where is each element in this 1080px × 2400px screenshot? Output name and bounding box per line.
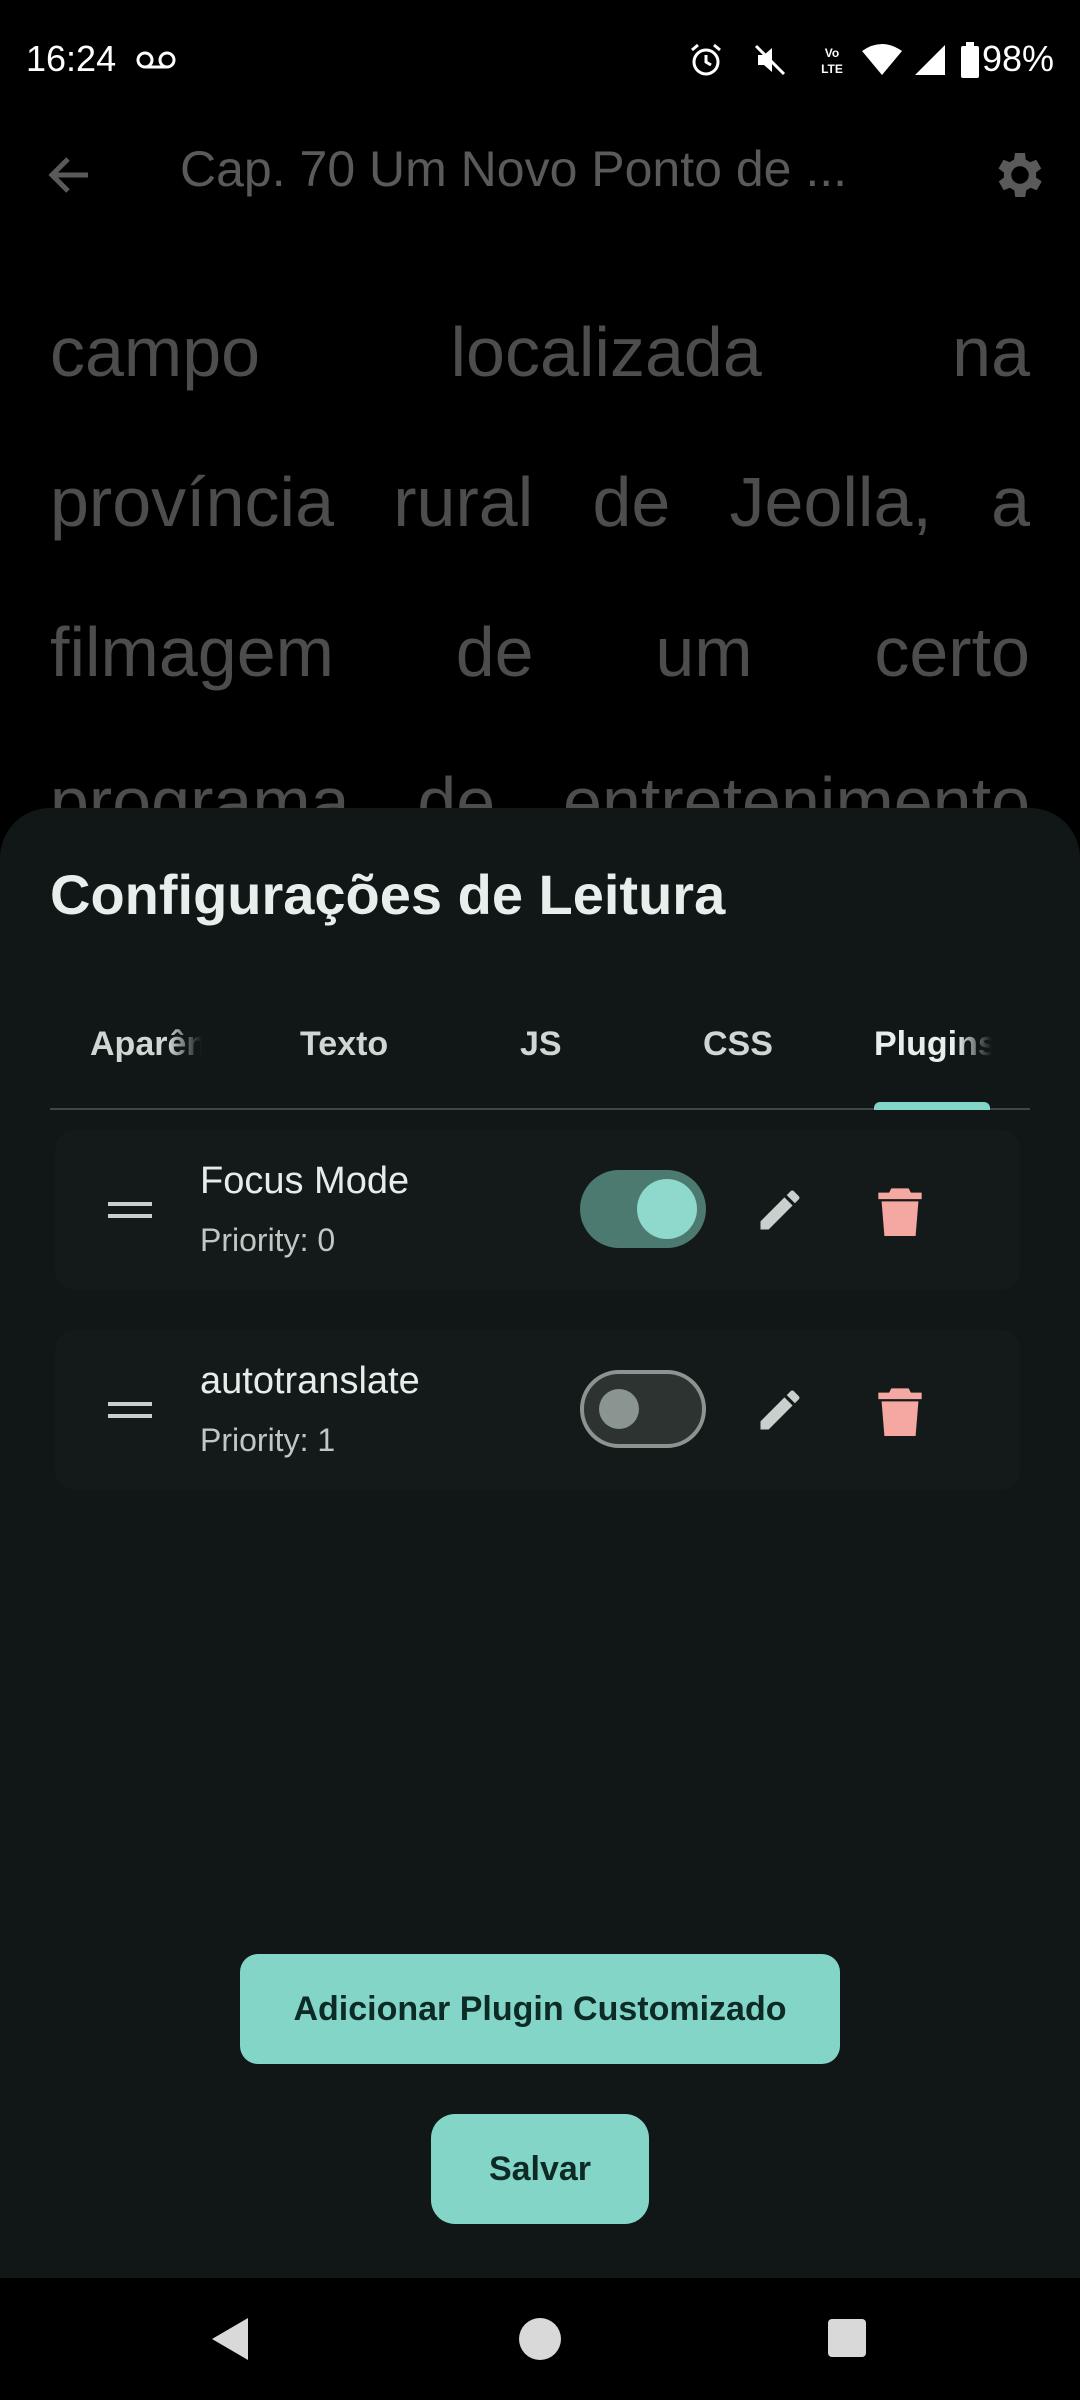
plugin-enabled-toggle[interactable] [580, 1170, 706, 1248]
svg-text:LTE: LTE [821, 62, 843, 76]
drag-handle-icon[interactable] [108, 1198, 152, 1222]
sheet-title: Configurações de Leitura [50, 863, 726, 926]
plugin-row [55, 1130, 1020, 1290]
back-arrow-icon[interactable] [40, 145, 100, 205]
mute-icon [750, 40, 790, 80]
alarm-icon [686, 40, 726, 80]
plugin-priority: Priority: 0 [200, 1222, 336, 1258]
tab-js[interactable]: JS [520, 1025, 670, 1064]
chapter-title: Cap. 70 Um Novo Ponto de ... [180, 141, 848, 197]
svg-text:Vo: Vo [825, 46, 839, 60]
plugin-name: autotranslate [200, 1360, 420, 1402]
reader-text-line: campo localizada na [50, 313, 1030, 391]
wifi-icon [860, 40, 904, 80]
status-time: 16:24 [26, 38, 117, 79]
tab-indicator [874, 1102, 990, 1110]
gear-icon[interactable] [990, 145, 1050, 205]
settings-tabs: Aparên Texto JS CSS Plugins [50, 1000, 1030, 1110]
battery-icon [958, 40, 982, 80]
trash-icon[interactable] [877, 1384, 923, 1436]
plugin-row [55, 1330, 1020, 1490]
add-custom-plugin-button[interactable]: Adicionar Plugin Customizado [240, 1954, 840, 2064]
back-triangle-icon[interactable] [206, 2314, 256, 2364]
pencil-icon[interactable] [754, 1184, 806, 1236]
signal-icon [910, 40, 950, 80]
trash-icon[interactable] [877, 1184, 923, 1236]
toggle-knob [637, 1179, 697, 1239]
tab-plugins[interactable]: Plugins [874, 1025, 992, 1064]
plugin-enabled-toggle[interactable] [580, 1370, 706, 1448]
voicemail-icon [134, 40, 178, 80]
tab-text[interactable]: Texto [300, 1025, 450, 1064]
volte-icon: Vo LTE [812, 40, 852, 80]
plugin-name: Focus Mode [200, 1160, 410, 1202]
tab-css[interactable]: CSS [703, 1025, 853, 1064]
pencil-icon[interactable] [754, 1384, 806, 1436]
toggle-knob [599, 1389, 639, 1429]
home-circle-icon[interactable] [518, 2317, 562, 2361]
recents-square-icon[interactable] [827, 2318, 867, 2358]
battery-percentage: 98% [981, 38, 1054, 79]
reader-text-line: filmagem de um certo [50, 613, 1030, 691]
tab-appearance[interactable]: Aparên [90, 1025, 202, 1064]
plugin-priority: Priority: 1 [200, 1422, 336, 1458]
drag-handle-icon[interactable] [108, 1398, 152, 1422]
reader-text-line: província rural de Jeolla, a [50, 463, 1030, 541]
save-button[interactable]: Salvar [431, 2114, 649, 2224]
